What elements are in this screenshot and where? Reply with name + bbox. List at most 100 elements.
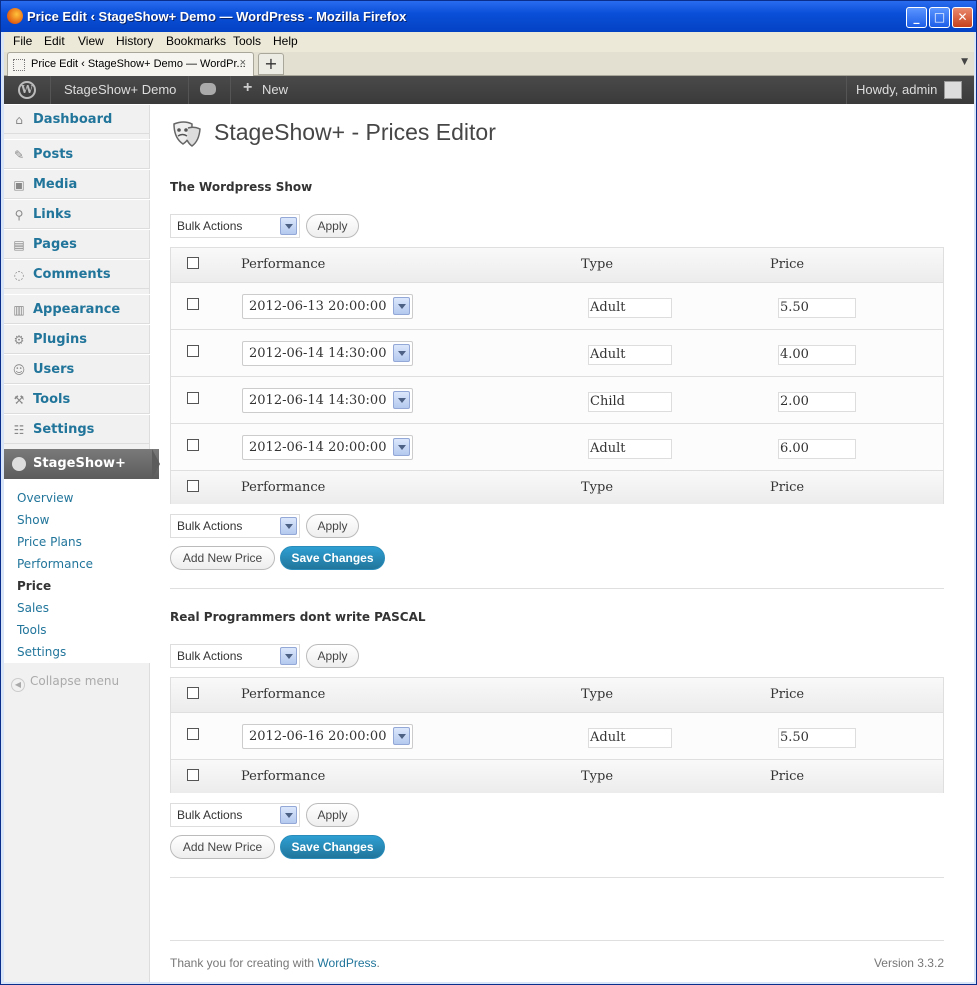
price-input[interactable]: 5.50 bbox=[778, 298, 856, 318]
sidebar-item-appearance[interactable]: ▥ Appearance bbox=[4, 294, 150, 324]
sidebar-item-users[interactable]: ☺ Users bbox=[4, 354, 150, 384]
type-input[interactable]: Adult bbox=[588, 728, 672, 748]
price-input[interactable]: 2.00 bbox=[778, 392, 856, 412]
row-checkbox[interactable] bbox=[187, 392, 199, 404]
performance-select[interactable]: 2012-06-13 20:00:00 bbox=[242, 294, 413, 319]
divider bbox=[188, 76, 189, 104]
row-checkbox[interactable] bbox=[187, 298, 199, 310]
footer-thanks: Thank you for creating with WordPress. bbox=[170, 956, 380, 970]
performance-value: 2012-06-13 20:00:00 bbox=[249, 299, 387, 314]
type-input[interactable]: Child bbox=[588, 392, 672, 412]
sidebar-item-label: Users bbox=[33, 362, 75, 377]
admin-bar-new[interactable]: New bbox=[262, 82, 288, 97]
select-all-checkbox[interactable] bbox=[187, 480, 199, 492]
type-input[interactable]: Adult bbox=[588, 298, 672, 318]
collapse-menu[interactable]: ◀ Collapse menu bbox=[11, 674, 119, 692]
tab-list-icon[interactable]: ▼ bbox=[961, 57, 968, 67]
performance-select[interactable]: 2012-06-14 14:30:00 bbox=[242, 341, 413, 366]
submenu-item-sales[interactable]: Sales bbox=[17, 601, 49, 615]
prices-table: Performance Type Price 2012-06-13 20:00:00 A… bbox=[170, 247, 944, 504]
new-tab-button[interactable]: + bbox=[258, 53, 284, 75]
apply-button[interactable]: Apply bbox=[306, 644, 359, 668]
row-checkbox[interactable] bbox=[187, 728, 199, 740]
submenu-item-performance[interactable]: Performance bbox=[17, 557, 93, 571]
menu-view[interactable]: View bbox=[78, 34, 104, 48]
select-all-checkbox[interactable] bbox=[187, 687, 199, 699]
column-footer-performance[interactable]: Performance bbox=[241, 480, 325, 495]
sidebar-item-media[interactable]: ▣ Media bbox=[4, 169, 150, 199]
sidebar-item-settings[interactable]: ☷ Settings bbox=[4, 414, 150, 444]
submenu-item-tools[interactable]: Tools bbox=[17, 623, 47, 637]
bulk-actions-select[interactable]: Bulk Actions bbox=[170, 214, 300, 238]
sidebar-item-tools[interactable]: ⚒ Tools bbox=[4, 384, 150, 414]
appearance-icon: ▥ bbox=[13, 303, 25, 317]
apply-button[interactable]: Apply bbox=[306, 514, 359, 538]
dropdown-arrow-icon bbox=[393, 391, 410, 409]
price-value: 4.00 bbox=[780, 347, 809, 362]
price-input[interactable]: 5.50 bbox=[778, 728, 856, 748]
save-changes-button[interactable]: Save Changes bbox=[280, 546, 385, 570]
tab-close-icon[interactable]: × bbox=[240, 57, 246, 69]
dropdown-arrow-icon bbox=[280, 647, 297, 665]
maximize-button[interactable]: □ bbox=[929, 7, 950, 28]
sidebar-item-label: Settings bbox=[33, 422, 95, 437]
submenu-item-settings[interactable]: Settings bbox=[17, 645, 66, 659]
admin-bar-howdy[interactable]: Howdy, admin bbox=[856, 82, 937, 97]
menu-tools[interactable]: Tools bbox=[233, 34, 261, 48]
column-header-performance[interactable]: Performance bbox=[241, 687, 325, 702]
sidebar-item-dashboard[interactable]: ⌂ Dashboard bbox=[4, 104, 150, 134]
wordpress-logo-icon[interactable]: W bbox=[4, 76, 51, 104]
apply-button[interactable]: Apply bbox=[306, 803, 359, 827]
wordpress-link[interactable]: WordPress bbox=[317, 956, 376, 970]
pages-icon: ▤ bbox=[13, 238, 25, 252]
sidebar-item-stageshow[interactable]: StageShow+ bbox=[4, 449, 160, 479]
row-checkbox[interactable] bbox=[187, 439, 199, 451]
submenu-item-overview[interactable]: Overview bbox=[17, 491, 74, 505]
menu-file[interactable]: File bbox=[13, 34, 32, 48]
menu-help[interactable]: Help bbox=[273, 34, 298, 48]
sidebar-item-pages[interactable]: ▤ Pages bbox=[4, 229, 150, 259]
column-header-type: Type bbox=[581, 687, 614, 702]
admin-bar-site-name[interactable]: StageShow+ Demo bbox=[64, 82, 176, 97]
bulk-actions-select[interactable]: Bulk Actions bbox=[170, 803, 300, 827]
minimize-button[interactable]: _ bbox=[906, 7, 927, 28]
close-button[interactable]: ✕ bbox=[952, 7, 973, 28]
apply-button[interactable]: Apply bbox=[306, 214, 359, 238]
bulk-actions-select[interactable]: Bulk Actions bbox=[170, 644, 300, 668]
performance-select[interactable]: 2012-06-16 20:00:00 bbox=[242, 724, 413, 749]
performance-select[interactable]: 2012-06-14 20:00:00 bbox=[242, 435, 413, 460]
type-input[interactable]: Adult bbox=[588, 439, 672, 459]
column-footer-performance[interactable]: Performance bbox=[241, 769, 325, 784]
table-footer: Performance Type Price bbox=[171, 759, 943, 793]
add-new-price-button[interactable]: Add New Price bbox=[170, 835, 275, 859]
plus-icon[interactable]: + bbox=[243, 79, 252, 97]
save-changes-button[interactable]: Save Changes bbox=[280, 835, 385, 859]
theater-masks-icon bbox=[173, 121, 201, 147]
menu-history[interactable]: History bbox=[116, 34, 153, 48]
price-input[interactable]: 6.00 bbox=[778, 439, 856, 459]
add-new-price-button[interactable]: Add New Price bbox=[170, 546, 275, 570]
bulk-actions-select[interactable]: Bulk Actions bbox=[170, 514, 300, 538]
sidebar-item-posts[interactable]: ✎ Posts bbox=[4, 139, 150, 169]
row-checkbox[interactable] bbox=[187, 345, 199, 357]
sidebar-item-plugins[interactable]: ⚙ Plugins bbox=[4, 324, 150, 354]
menu-bookmarks[interactable]: Bookmarks bbox=[166, 34, 226, 48]
column-footer-price: Price bbox=[770, 480, 805, 495]
performance-select[interactable]: 2012-06-14 14:30:00 bbox=[242, 388, 413, 413]
submenu-item-show[interactable]: Show bbox=[17, 513, 49, 527]
table-footer: Performance Type Price bbox=[171, 470, 943, 504]
submenu-item-price-plans[interactable]: Price Plans bbox=[17, 535, 82, 549]
comments-bubble-icon[interactable] bbox=[200, 83, 216, 95]
select-all-checkbox[interactable] bbox=[187, 257, 199, 269]
price-input[interactable]: 4.00 bbox=[778, 345, 856, 365]
submenu-item-price[interactable]: Price bbox=[17, 579, 51, 593]
column-header-performance[interactable]: Performance bbox=[241, 257, 325, 272]
type-input[interactable]: Adult bbox=[588, 345, 672, 365]
sidebar-item-links[interactable]: ⚲ Links bbox=[4, 199, 150, 229]
browser-tab[interactable]: Price Edit ‹ StageShow+ Demo — WordPr...… bbox=[7, 52, 254, 76]
type-value: Adult bbox=[590, 441, 626, 456]
select-all-checkbox[interactable] bbox=[187, 769, 199, 781]
menu-edit[interactable]: Edit bbox=[44, 34, 65, 48]
sidebar-item-comments[interactable]: ◌ Comments bbox=[4, 259, 150, 289]
avatar[interactable] bbox=[944, 81, 962, 99]
